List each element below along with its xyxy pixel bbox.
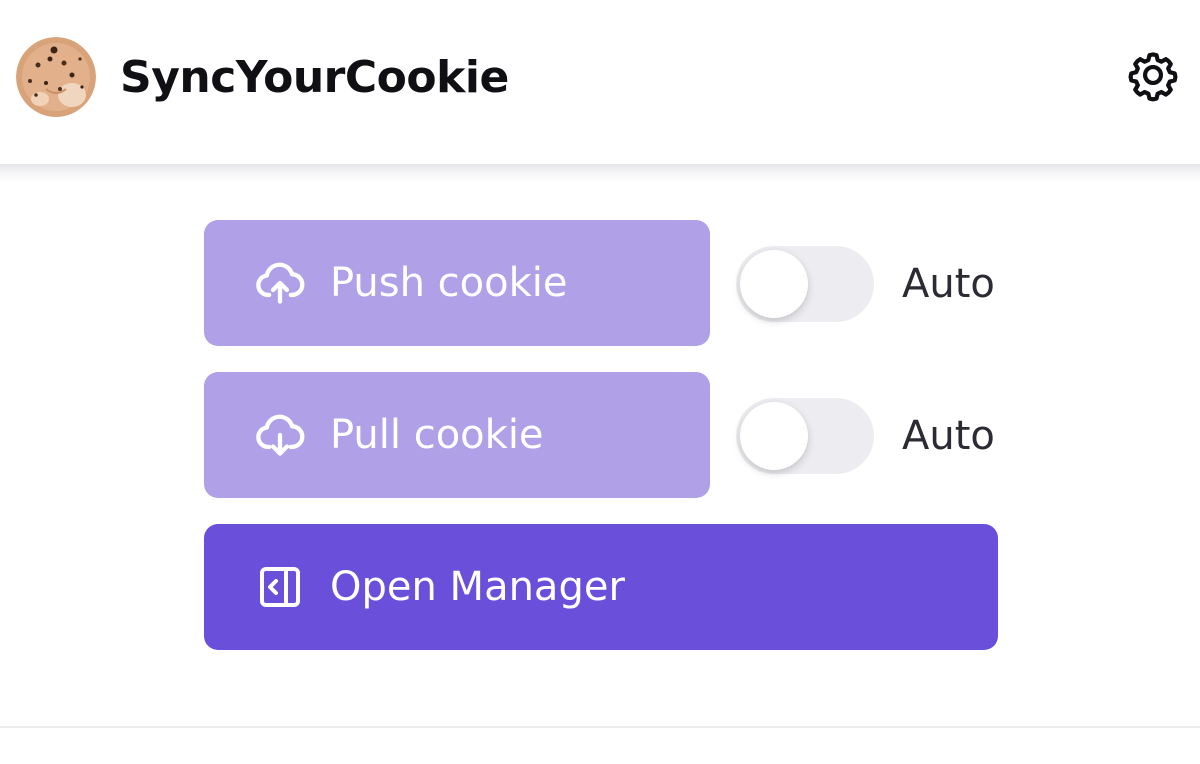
header: SyncYourCookie: [0, 0, 1200, 164]
pull-cookie-button[interactable]: Pull cookie: [204, 372, 710, 498]
pull-auto-toggle-knob: [740, 402, 808, 470]
pull-cookie-label: Pull cookie: [330, 412, 544, 458]
cookie-logo-icon: [16, 37, 96, 117]
gear-icon: [1125, 47, 1181, 107]
push-auto-toggle[interactable]: [736, 246, 874, 322]
push-cookie-button[interactable]: Push cookie: [204, 220, 710, 346]
pull-auto-toggle[interactable]: [736, 398, 874, 474]
push-auto-toggle-knob: [740, 250, 808, 318]
settings-button[interactable]: [1120, 44, 1186, 110]
open-manager-button[interactable]: Open Manager: [204, 524, 998, 650]
app-title: SyncYourCookie: [120, 52, 509, 103]
pull-auto-label: Auto: [902, 413, 995, 459]
cloud-upload-icon: [254, 257, 306, 309]
header-divider: [0, 164, 1200, 184]
cloud-download-icon: [254, 409, 306, 461]
popup-page: SyncYourCookie Push cookie Auto Pull coo…: [0, 0, 1200, 764]
push-auto-label: Auto: [902, 261, 995, 307]
bottom-divider: [0, 726, 1200, 728]
push-cookie-label: Push cookie: [330, 260, 568, 306]
open-manager-label: Open Manager: [330, 564, 625, 610]
sidebar-panel-icon: [254, 561, 306, 613]
